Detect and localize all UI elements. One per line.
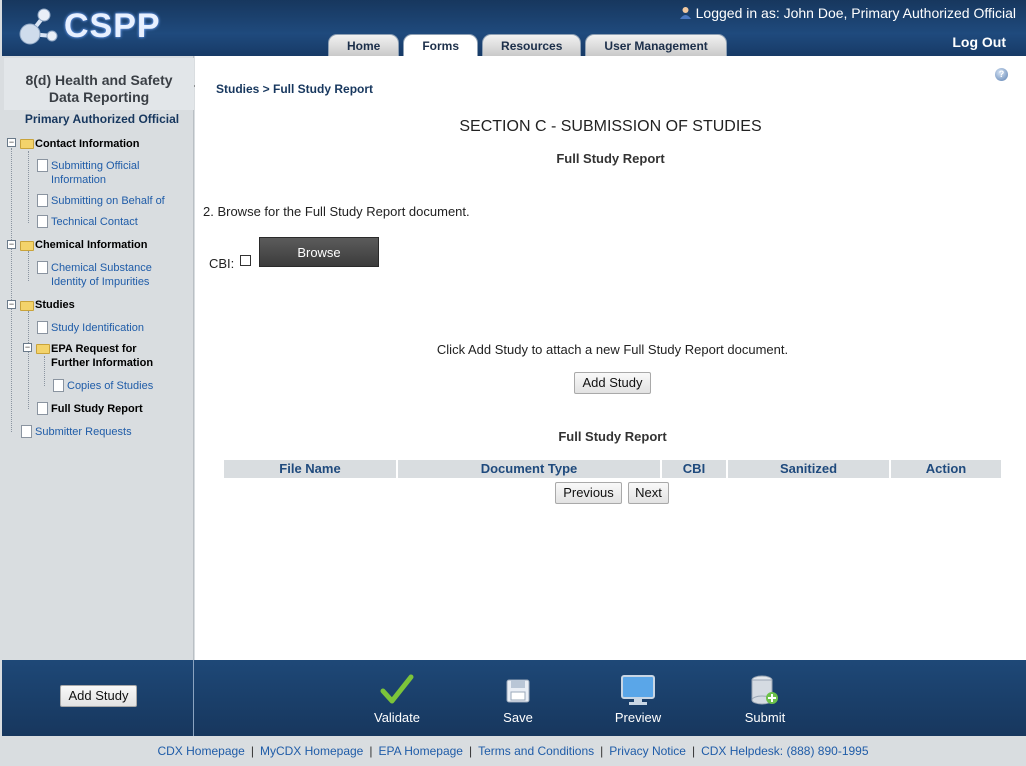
breadcrumb[interactable]: Studies > Full Study Report — [216, 82, 373, 96]
document-icon — [37, 261, 48, 274]
collapse-toggle-icon[interactable]: − — [7, 138, 16, 147]
cbi-label: CBI: — [209, 256, 235, 271]
tab-forms[interactable]: Forms — [403, 34, 479, 56]
link-epa-homepage[interactable]: EPA Homepage — [378, 744, 463, 758]
folder-open-icon — [36, 344, 50, 354]
instruction-text: 2. Browse for the Full Study Report docu… — [203, 204, 470, 219]
link-separator: | — [691, 744, 696, 758]
document-icon — [21, 425, 32, 438]
validate-button[interactable]: Validate — [362, 674, 432, 725]
submit-button[interactable]: Submit — [730, 674, 800, 725]
section-title: SECTION C - SUBMISSION OF STUDIES — [459, 118, 762, 135]
user-icon — [679, 7, 691, 19]
link-separator: | — [369, 744, 373, 758]
folder-open-icon — [20, 241, 34, 251]
sidebar-title: 8(d) Health and Safety Data Reporting — [4, 58, 194, 110]
next-page-button[interactable]: Next — [628, 482, 669, 504]
document-icon — [37, 159, 48, 172]
header: CSPP Logged in as: John Doe, Primary Aut… — [2, 0, 1026, 56]
document-icon — [37, 215, 48, 228]
collapse-toggle-icon[interactable]: − — [7, 240, 16, 249]
tree-line — [44, 356, 45, 386]
sidebar-item-chemical-information[interactable]: Chemical Information — [35, 238, 147, 252]
main-nav-tabs: Home Forms Resources User Management — [328, 34, 727, 56]
checkmark-icon — [380, 674, 414, 704]
document-icon — [37, 194, 48, 207]
save-button[interactable]: Save — [483, 674, 553, 725]
logo-text: CSPP — [64, 7, 161, 45]
footer-links: CDX Homepage | MyCDX Homepage | EPA Homepage… — [0, 744, 1026, 758]
attach-instruction: Click Add Study to attach a new Full Stu… — [436, 342, 789, 357]
link-separator: | — [250, 744, 254, 758]
cspp-logo: CSPP — [16, 4, 160, 50]
column-header-action[interactable]: Action — [891, 460, 1001, 478]
preview-label: Preview — [614, 710, 662, 725]
footer-left-panel: Add Study — [2, 660, 194, 736]
sidebar-item-chemical-substance-identity[interactable]: Chemical Substance Identity of Impuritie… — [51, 261, 166, 289]
link-separator: | — [468, 744, 473, 758]
logged-in-status: Logged in as: John Doe, Primary Authoriz… — [679, 5, 1016, 21]
tree-line — [11, 148, 12, 432]
link-terms-and-conditions[interactable]: Terms and Conditions — [478, 744, 594, 758]
sidebar-item-submitting-on-behalf-of[interactable]: Submitting on Behalf of — [51, 194, 165, 208]
browse-button[interactable]: Browse — [259, 237, 379, 267]
document-icon — [37, 402, 48, 415]
sidebar-title-line1: 8(d) Health and Safety — [25, 72, 173, 88]
footer-add-study-button[interactable]: Add Study — [60, 685, 137, 707]
document-icon — [37, 321, 48, 334]
tab-resources[interactable]: Resources — [482, 34, 582, 56]
column-header-sanitized[interactable]: Sanitized — [728, 460, 889, 478]
link-mycdx-homepage[interactable]: MyCDX Homepage — [260, 744, 363, 758]
tab-user-management[interactable]: User Management — [585, 34, 727, 56]
link-cdx-homepage[interactable]: CDX Homepage — [157, 744, 244, 758]
cbi-checkbox[interactable] — [240, 255, 251, 266]
tree-line — [28, 311, 29, 409]
sidebar-item-study-identification[interactable]: Study Identification — [51, 321, 144, 335]
link-privacy-notice[interactable]: Privacy Notice — [609, 744, 686, 758]
link-separator: | — [600, 744, 604, 758]
preview-button[interactable]: Preview — [603, 674, 673, 725]
sidebar-title-line2: Data Reporting — [48, 89, 150, 105]
sidebar-item-submitting-official-information[interactable]: Submitting Official Information — [51, 159, 171, 187]
column-header-cbi[interactable]: CBI — [662, 460, 726, 478]
folder-open-icon — [20, 301, 34, 311]
collapse-toggle-icon[interactable]: − — [23, 343, 32, 352]
previous-page-button[interactable]: Previous — [555, 482, 622, 504]
sidebar-item-studies[interactable]: Studies — [35, 298, 75, 312]
tree-line — [28, 251, 29, 281]
logout-link[interactable]: Log Out — [952, 34, 1006, 50]
page-subtitle: Full Study Report — [556, 151, 665, 166]
main-content: ? Studies > Full Study Report SECTION C … — [195, 56, 1026, 660]
tab-home[interactable]: Home — [328, 34, 400, 56]
document-icon — [53, 379, 64, 392]
database-add-icon — [751, 675, 778, 705]
sidebar-item-technical-contact[interactable]: Technical Contact — [51, 215, 138, 229]
sidebar-item-copies-of-studies[interactable]: Copies of Studies — [67, 379, 153, 393]
link-cdx-helpdesk[interactable]: CDX Helpdesk: (888) 890-1995 — [701, 744, 868, 758]
table-title: Full Study Report — [558, 429, 667, 444]
user-role: Primary Authorized Official — [24, 112, 180, 126]
sidebar-item-submitter-requests[interactable]: Submitter Requests — [35, 425, 132, 439]
sidebar-item-full-study-report[interactable]: Full Study Report — [51, 402, 143, 416]
studies-table-header: File Name Document Type CBI Sanitized Ac… — [224, 460, 1001, 478]
tree-line — [28, 151, 29, 223]
help-icon[interactable]: ? — [995, 68, 1008, 81]
folder-open-icon — [20, 139, 34, 149]
save-label: Save — [503, 710, 533, 725]
sidebar: 8(d) Health and Safety Data Reporting Pr… — [2, 56, 202, 660]
column-header-file-name[interactable]: File Name — [224, 460, 396, 478]
monitor-icon — [621, 675, 655, 705]
molecule-icon — [19, 8, 58, 45]
floppy-disk-icon — [506, 679, 530, 703]
collapse-toggle-icon[interactable]: − — [7, 300, 16, 309]
sidebar-item-epa-request[interactable]: EPA Request for Further Information — [51, 342, 171, 370]
logged-in-text: Logged in as: John Doe, Primary Authoriz… — [695, 5, 1016, 21]
sidebar-item-contact-information[interactable]: Contact Information — [35, 137, 140, 151]
validate-label: Validate — [373, 710, 420, 725]
footer-action-bar: Add Study Validate Save Preview Submit — [2, 660, 1026, 736]
submit-label: Submit — [744, 710, 786, 725]
app-window: CSPP Logged in as: John Doe, Primary Aut… — [0, 0, 1026, 766]
add-study-button[interactable]: Add Study — [574, 372, 651, 394]
column-header-document-type[interactable]: Document Type — [398, 460, 660, 478]
